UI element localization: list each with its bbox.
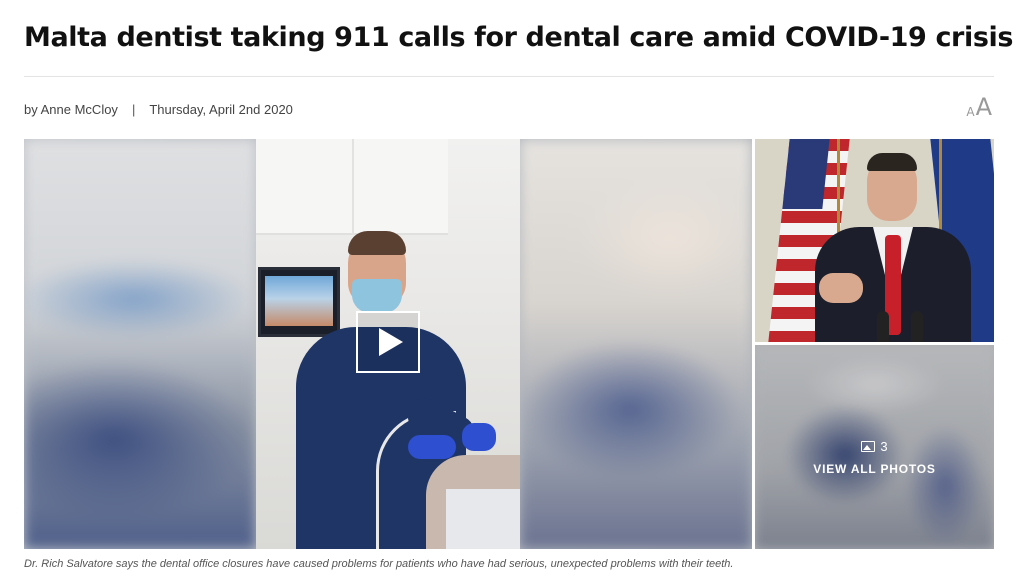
gallery-thumbnail-governor[interactable] [755, 139, 994, 342]
text-size-large-glyph: A [975, 93, 992, 121]
play-button[interactable] [356, 311, 420, 373]
publish-date: Thursday, April 2nd 2020 [149, 102, 293, 117]
speaker-hair [867, 153, 917, 171]
author-name: by Anne McCloy [24, 102, 118, 117]
dentist-mask [352, 279, 402, 313]
video-blur-right [520, 139, 752, 549]
text-size-icon[interactable]: A A [966, 93, 992, 121]
main-video-player[interactable] [24, 139, 752, 549]
headline-divider [24, 76, 994, 77]
flag-canton [782, 139, 830, 209]
glove-right [462, 423, 496, 451]
text-size-small-glyph: A [966, 105, 975, 119]
cabinet-split [352, 139, 354, 235]
monitor-illustration [258, 267, 340, 337]
video-blur-left [24, 139, 256, 549]
view-all-photos-tile[interactable]: 3 VIEW ALL PHOTOS [755, 345, 994, 549]
photos-overlay: 3 VIEW ALL PHOTOS [755, 345, 994, 549]
monitor-screen [265, 276, 333, 326]
image-icon [861, 440, 876, 452]
microphone-left [877, 311, 889, 342]
media-caption: Dr. Rich Salvatore says the dental offic… [24, 558, 734, 570]
article-headline: Malta dentist taking 911 calls for denta… [24, 22, 1014, 53]
view-all-photos-label[interactable]: VIEW ALL PHOTOS [813, 462, 935, 476]
article-byline: by Anne McCloy | Thursday, April 2nd 202… [24, 102, 293, 117]
patient-bib [446, 489, 520, 549]
media-gallery: 3 VIEW ALL PHOTOS [24, 139, 994, 549]
byline-separator: | [131, 102, 136, 117]
photo-count-value: 3 [880, 438, 888, 454]
play-icon [379, 328, 403, 356]
microphone-right [911, 311, 923, 342]
dentist-hair [348, 231, 406, 255]
photo-count: 3 [861, 438, 888, 454]
speaker-hand [819, 273, 863, 303]
glove-left [408, 435, 456, 459]
